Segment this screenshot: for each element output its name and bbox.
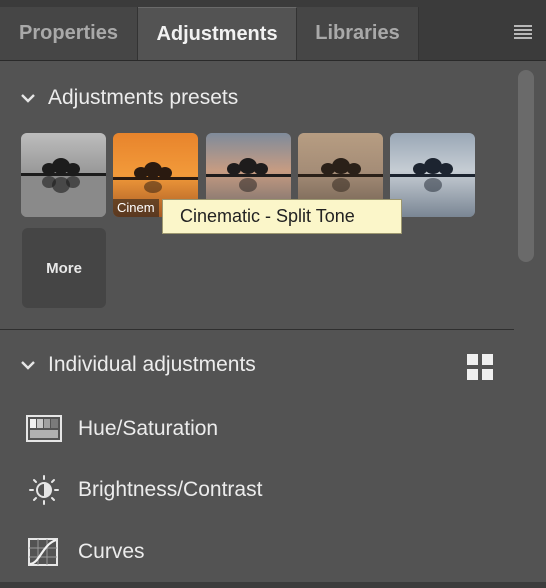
more-presets-button[interactable]: More	[22, 228, 106, 308]
individual-section-title: Individual adjustments	[48, 353, 256, 376]
presets-section-title: Adjustments presets	[48, 86, 239, 109]
adjustment-label: Curves	[78, 540, 145, 563]
adjustment-label: Hue/Saturation	[78, 417, 219, 440]
tab-libraries[interactable]: Libraries	[297, 7, 419, 60]
section-divider	[0, 329, 514, 330]
scrollbar-thumb[interactable]	[518, 70, 534, 262]
tab-adjustments[interactable]: Adjustments	[138, 7, 297, 60]
preset-thumbnail[interactable]	[21, 133, 106, 217]
presets-section-header[interactable]: Adjustments presets	[20, 86, 238, 110]
chevron-down-icon	[21, 361, 35, 370]
tab-properties[interactable]: Properties	[0, 7, 138, 60]
preset-thumbnail[interactable]	[390, 133, 475, 217]
chevron-down-icon	[21, 94, 35, 103]
adjustment-brightness-contrast[interactable]: Brightness/Contrast	[26, 475, 262, 505]
brightness-contrast-icon	[29, 475, 59, 505]
hamburger-menu-icon[interactable]	[514, 25, 532, 39]
adjustment-hue-saturation[interactable]: Hue/Saturation	[26, 414, 218, 444]
hue-saturation-icon	[26, 415, 62, 442]
footer-strip	[0, 582, 546, 588]
preset-caption: Cinem	[113, 199, 159, 217]
adjustment-label: Brightness/Contrast	[78, 478, 263, 501]
preset-tooltip: Cinematic - Split Tone	[162, 199, 402, 234]
curves-icon	[28, 538, 58, 566]
individual-section-header[interactable]: Individual adjustments	[20, 353, 256, 377]
grid-view-icon[interactable]	[467, 354, 493, 380]
adjustment-curves[interactable]: Curves	[26, 537, 145, 567]
tab-bar: Properties Adjustments Libraries	[0, 0, 546, 61]
